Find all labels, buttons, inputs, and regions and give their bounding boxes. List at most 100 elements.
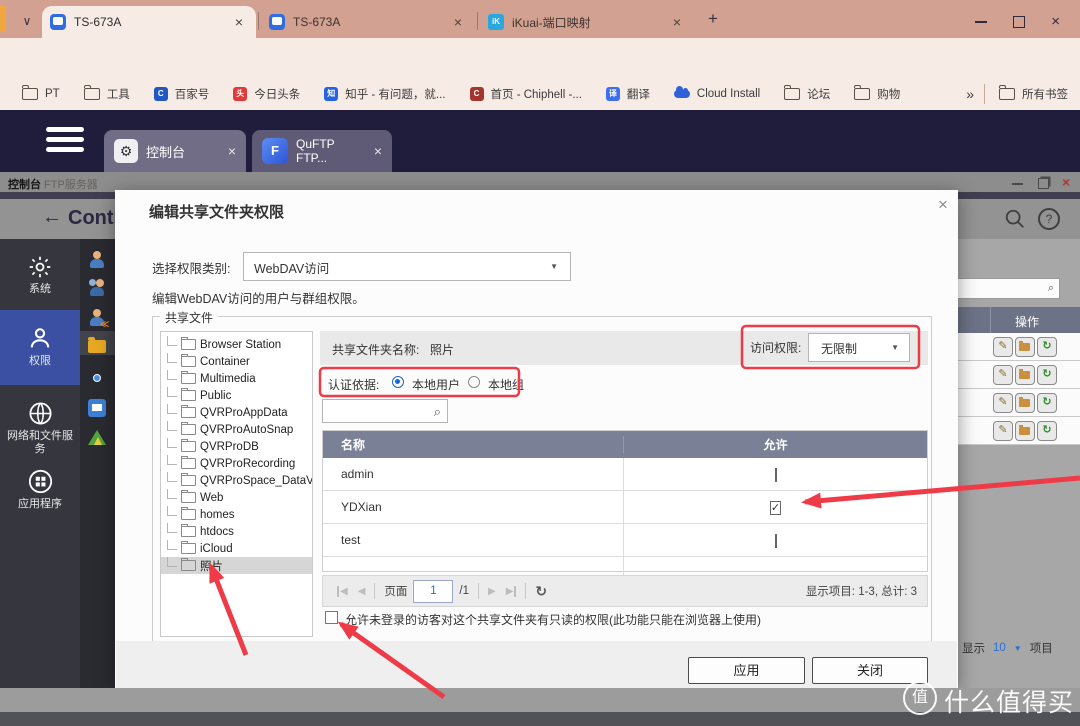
folder-tree-item[interactable]: htdocs xyxy=(161,523,312,540)
edit-button[interactable]: ✎ xyxy=(993,337,1013,357)
tab-search-chevron-icon[interactable]: ∨ xyxy=(14,8,40,34)
main-menu-icon[interactable] xyxy=(46,127,84,157)
bookmark-item[interactable]: 工具 xyxy=(84,86,130,102)
shared-folders-icon[interactable] xyxy=(88,337,106,355)
user-search-input[interactable]: ⌕ xyxy=(322,399,448,423)
search-icon[interactable] xyxy=(1004,208,1026,230)
folder-tree-item[interactable]: Browser Station xyxy=(161,336,312,353)
edit-permissions-button[interactable] xyxy=(1015,365,1035,385)
folder-tree-item[interactable]: Web xyxy=(161,489,312,506)
browser-toolbar: ← → ↻ ☆ ✂ 错误 xyxy=(0,38,1080,78)
page-size-caret-icon[interactable]: ▼ xyxy=(1014,644,1022,653)
page-number-input[interactable]: 1 xyxy=(413,580,453,603)
window-minimize-icon[interactable] xyxy=(1012,183,1023,185)
window-restore-icon[interactable] xyxy=(1038,178,1049,189)
guest-access-checkbox[interactable] xyxy=(325,611,338,624)
dialog-close-icon[interactable]: × xyxy=(938,195,948,215)
background-search-input[interactable]: ⌕ xyxy=(955,278,1060,299)
browser-tab[interactable]: iKiKuai-端口映射× xyxy=(480,6,694,38)
globe-icon xyxy=(27,400,54,427)
first-page-icon[interactable]: ◀ xyxy=(337,586,348,597)
window-close-icon[interactable]: × xyxy=(1062,174,1070,190)
sidebar-item-system[interactable]: 系统 xyxy=(0,245,80,303)
bookmark-item[interactable]: PT xyxy=(22,88,60,100)
bookmark-item[interactable]: 译翻译 xyxy=(606,86,650,102)
next-page-icon[interactable]: ▶ xyxy=(488,586,496,597)
allow-checkbox-checked[interactable]: ✓ xyxy=(770,501,781,515)
minimize-icon[interactable] xyxy=(975,21,987,23)
local-group-radio[interactable] xyxy=(468,376,480,388)
close-icon[interactable]: × xyxy=(228,143,236,159)
folder-tree-item[interactable]: QVRProDB xyxy=(161,438,312,455)
close-button[interactable]: 关闭 xyxy=(812,657,928,684)
browser-tab[interactable]: TS-673A× xyxy=(42,6,256,38)
local-user-radio[interactable] xyxy=(392,376,404,388)
allow-checkbox[interactable] xyxy=(775,534,777,548)
refresh-button[interactable]: ↻ xyxy=(1037,337,1057,357)
domain-controller-icon[interactable] xyxy=(88,428,106,446)
qnap-tab-quftp[interactable]: F QuFTP FTP... × xyxy=(252,130,392,172)
apply-button[interactable]: 应用 xyxy=(688,657,805,684)
user-groups-icon[interactable] xyxy=(88,279,106,297)
folder-tree-item[interactable]: iCloud xyxy=(161,540,312,557)
page-size-value[interactable]: 10 xyxy=(993,642,1006,654)
maximize-icon[interactable] xyxy=(1013,16,1025,28)
folder-tree-item[interactable]: Public xyxy=(161,387,312,404)
bookmark-item[interactable]: 知知乎 - 有问题，就... xyxy=(324,86,445,102)
edit-permissions-button[interactable] xyxy=(1015,393,1035,413)
refresh-icon[interactable]: ↻ xyxy=(535,583,547,600)
refresh-button[interactable]: ↻ xyxy=(1037,393,1057,413)
bookmark-item[interactable]: C首页 - Chiphell -... xyxy=(470,86,582,102)
folder-tree-item[interactable]: QVRProAppData xyxy=(161,404,312,421)
qnap-tab-label: 控制台 xyxy=(146,142,218,161)
folder-tree-item[interactable]: QVRProRecording xyxy=(161,455,312,472)
user-permission-table: 名称 允许 adminYDXian✓test xyxy=(322,430,928,572)
sidebar-item-privilege[interactable]: 权限 xyxy=(0,310,80,385)
access-permission-select[interactable]: 无限制 ▼ xyxy=(808,333,910,362)
pagination-summary: 显示项目: 1-3, 总计: 3 xyxy=(806,583,917,599)
folder-tree-item[interactable]: Multimedia xyxy=(161,370,312,387)
refresh-button[interactable]: ↻ xyxy=(1037,365,1057,385)
permission-type-select[interactable]: WebDAV访问 ▼ xyxy=(243,252,571,281)
edit-button[interactable]: ✎ xyxy=(993,393,1013,413)
delegated-admin-icon[interactable]: ≪ xyxy=(88,309,106,327)
empty-row xyxy=(323,557,927,575)
domain-security-icon[interactable] xyxy=(88,399,106,417)
folder-tree-item[interactable]: QVRProSpace_DataVol1 xyxy=(161,472,312,489)
bookmark-item[interactable]: Cloud Install xyxy=(674,88,760,100)
sidebar-item-network[interactable]: 网络和文件服务 xyxy=(0,392,80,456)
bookmark-label: 论坛 xyxy=(807,86,830,102)
edit-button[interactable]: ✎ xyxy=(993,365,1013,385)
folder-tree-item[interactable]: 照片 xyxy=(161,557,312,574)
tab-close-icon[interactable]: × xyxy=(668,14,686,30)
close-icon[interactable]: × xyxy=(1051,17,1060,27)
allow-checkbox[interactable] xyxy=(775,468,777,482)
refresh-button[interactable]: ↻ xyxy=(1037,421,1057,441)
taskbar-active-app[interactable]: 控制台 xyxy=(8,176,41,192)
edit-permissions-button[interactable] xyxy=(1015,337,1035,357)
last-page-icon[interactable]: ▶ xyxy=(506,586,517,597)
folder-tree-item[interactable]: homes xyxy=(161,506,312,523)
bookmark-item[interactable]: C百家号 xyxy=(154,86,210,102)
all-bookmarks[interactable]: 所有书签 xyxy=(999,86,1068,102)
bookmarks-overflow-chevron[interactable]: » xyxy=(966,86,974,102)
bookmark-item[interactable]: 头今日头条 xyxy=(233,86,300,102)
folder-tree-item[interactable]: QVRProAutoSnap xyxy=(161,421,312,438)
new-tab-button[interactable]: + xyxy=(700,7,726,33)
bookmark-item[interactable]: 论坛 xyxy=(784,86,830,102)
sidebar-item-applications[interactable]: 应用程序 xyxy=(0,460,80,520)
taskbar-inactive-app[interactable]: FTP服务器 xyxy=(44,176,98,192)
edit-permissions-button[interactable] xyxy=(1015,421,1035,441)
browser-tab[interactable]: TS-673A× xyxy=(261,6,475,38)
folder-tree-item[interactable]: Container xyxy=(161,353,312,370)
edit-button[interactable]: ✎ xyxy=(993,421,1013,441)
tab-close-icon[interactable]: × xyxy=(449,14,467,30)
qnap-tab-control-panel[interactable]: ⚙ 控制台 × xyxy=(104,130,246,172)
previous-page-icon[interactable]: ◀ xyxy=(358,586,366,597)
close-icon[interactable]: × xyxy=(374,143,382,159)
users-icon[interactable] xyxy=(88,251,106,269)
help-icon[interactable]: ? xyxy=(1038,208,1060,230)
tab-close-icon[interactable]: × xyxy=(230,14,248,30)
bookmark-item[interactable]: 购物 xyxy=(854,86,900,102)
back-arrow-icon[interactable]: ← xyxy=(42,206,62,229)
